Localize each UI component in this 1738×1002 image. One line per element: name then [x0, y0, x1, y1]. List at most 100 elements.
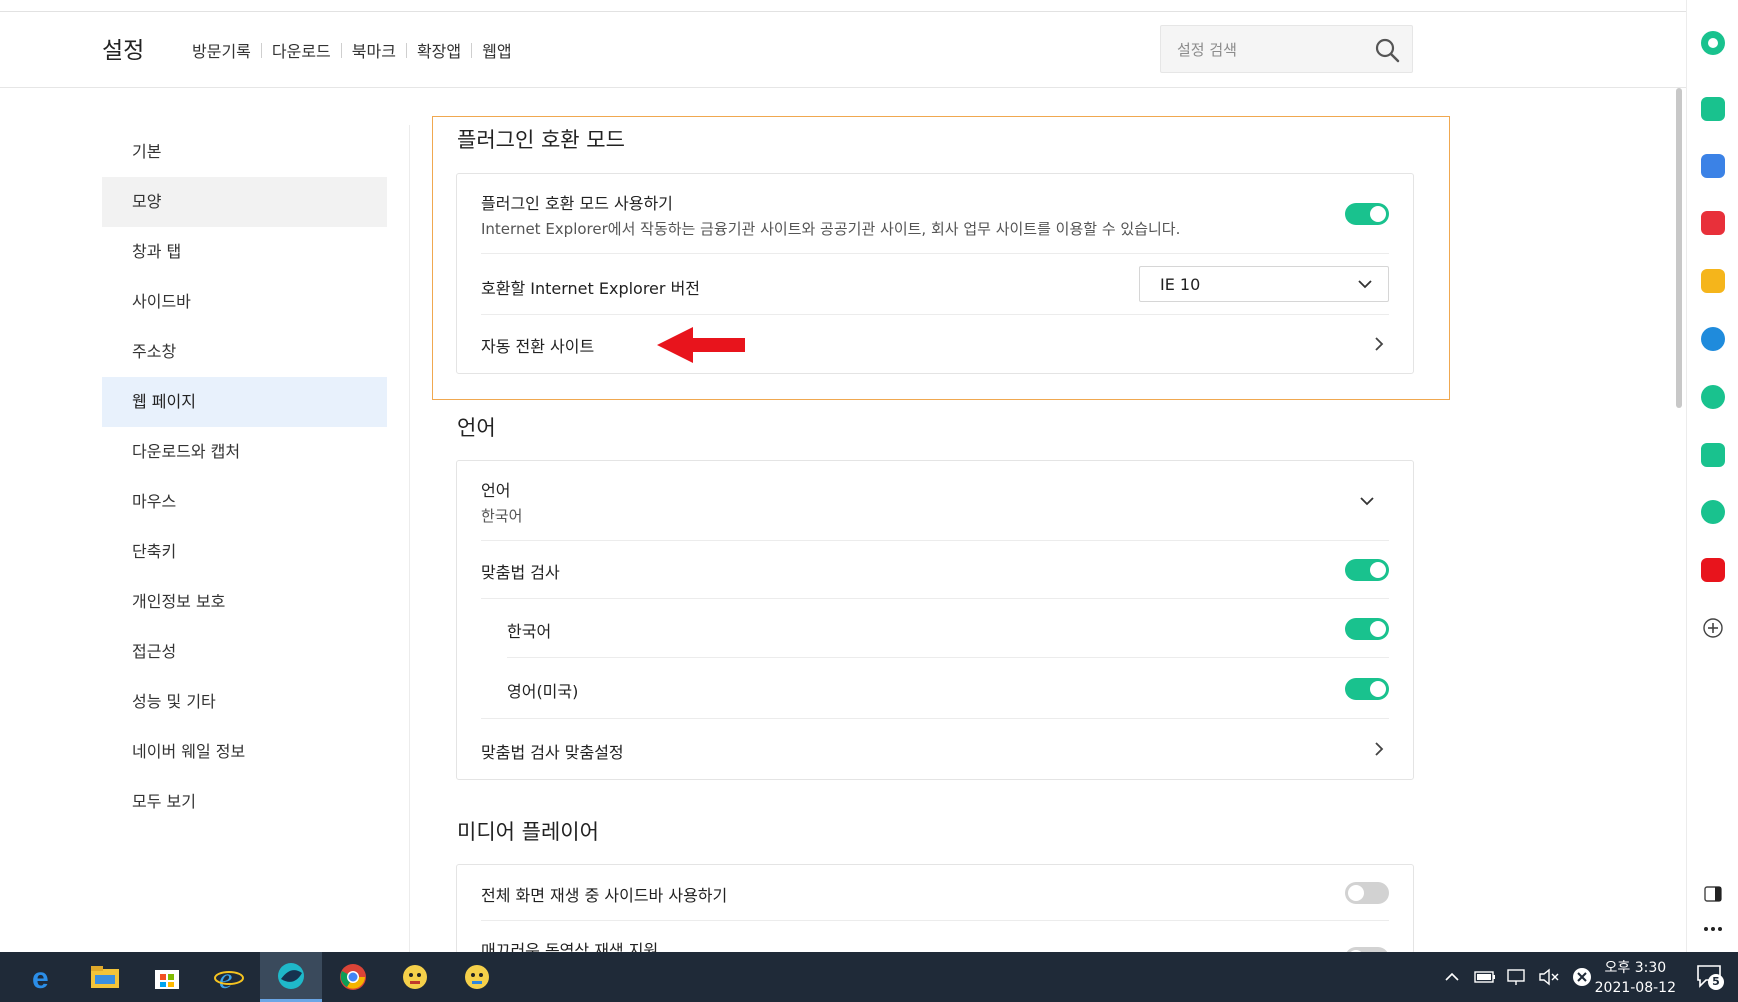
settings-header: 설정 방문기록 다운로드 북마크 확장앱 웹앱: [0, 12, 1686, 88]
search-icon[interactable]: [1374, 37, 1400, 63]
red-arrow-icon: [657, 327, 745, 363]
battery-icon[interactable]: [1474, 970, 1496, 984]
chevron-down-icon[interactable]: [1359, 495, 1375, 507]
green-square-app-icon[interactable]: [1701, 500, 1725, 524]
store-taskbar-icon[interactable]: [136, 952, 198, 1002]
nav-webapps[interactable]: 웹앱: [472, 38, 521, 62]
chrome-taskbar-icon[interactable]: [322, 952, 384, 1002]
top-strip: [0, 0, 1686, 12]
media-smooth-row: 매끄러운 동영상 재생 지원: [481, 921, 1389, 953]
network-icon[interactable]: [1506, 968, 1528, 986]
auto-switch-row[interactable]: 자동 전환 사이트: [481, 315, 1389, 373]
sidebar-item-webpage[interactable]: 웹 페이지: [102, 377, 387, 427]
spell-english-label: 영어(미국): [507, 682, 579, 701]
spell-korean-toggle[interactable]: [1345, 618, 1389, 640]
language-section-title: 언어: [457, 416, 496, 440]
taskbar-clock[interactable]: 오후 3:30 2021-08-12: [1595, 958, 1676, 998]
more-icon[interactable]: [1703, 926, 1723, 932]
sidebar-item-sidebar[interactable]: 사이드바: [102, 277, 387, 327]
sidebar-item-performance[interactable]: 성능 및 기타: [102, 677, 387, 727]
chevron-right-icon: [1375, 742, 1384, 756]
sidebar-item-view-all[interactable]: 모두 보기: [102, 777, 387, 827]
bell-app-icon[interactable]: [1701, 97, 1725, 121]
spellcheck-label: 맞춤법 검사: [481, 563, 560, 582]
chevron-up-icon[interactable]: [1444, 972, 1460, 982]
spellcheck-toggle[interactable]: [1345, 559, 1389, 581]
settings-window: 설정 방문기록 다운로드 북마크 확장앱 웹앱 기본 모양 창과 탭 사이드바 …: [0, 0, 1738, 1002]
ie-version-label: 호환할 Internet Explorer 버전: [481, 279, 701, 298]
kakao-app-taskbar-icon[interactable]: [384, 952, 446, 1002]
media-section-title: 미디어 플레이어: [457, 820, 599, 844]
spell-english-toggle[interactable]: [1345, 678, 1389, 700]
sidebar-item-about[interactable]: 네이버 웨일 정보: [102, 727, 387, 777]
language-row[interactable]: 언어 한국어: [481, 461, 1389, 541]
search-input[interactable]: [1177, 38, 1357, 62]
chevron-right-icon: [1375, 337, 1384, 351]
file-explorer-taskbar-icon[interactable]: [74, 952, 136, 1002]
plugin-card: 플러그인 호환 모드 사용하기 Internet Explorer에서 작동하는…: [456, 173, 1414, 374]
settings-search[interactable]: [1160, 25, 1413, 73]
play-app-icon[interactable]: [1701, 385, 1725, 409]
edge-app-icon[interactable]: [1701, 327, 1725, 351]
spell-english-row: 영어(미국): [481, 658, 1389, 719]
spellcheck-row: 맞춤법 검사: [481, 541, 1389, 599]
now-app-icon[interactable]: [1701, 558, 1725, 582]
nav-downloads[interactable]: 다운로드: [262, 38, 341, 62]
sidebar-item-basic[interactable]: 기본: [102, 127, 387, 177]
kakao-app2-taskbar-icon[interactable]: [446, 952, 508, 1002]
sidebar-item-appearance[interactable]: 모양: [102, 177, 387, 227]
sidebar-item-accessibility[interactable]: 접근성: [102, 627, 387, 677]
green-circle-app-icon[interactable]: [1701, 31, 1725, 55]
webtoon-app-icon[interactable]: [1701, 443, 1725, 467]
media-sidebar-label: 전체 화면 재생 중 사이드바 사용하기: [481, 886, 728, 905]
sidebar-item-windows-tabs[interactable]: 창과 탭: [102, 227, 387, 277]
nav-extensions[interactable]: 확장앱: [407, 38, 471, 62]
ie-version-row: 호환할 Internet Explorer 버전 IE 10: [481, 254, 1389, 315]
edge-taskbar-icon[interactable]: e: [12, 952, 74, 1002]
page-scrollbar[interactable]: [1676, 88, 1684, 408]
media-sidebar-toggle[interactable]: [1345, 882, 1389, 904]
plugin-enable-label: 플러그인 호환 모드 사용하기: [481, 194, 673, 213]
language-card: 언어 한국어 맞춤법 검사 한국어 영어(미국) 맞춤법 검사 맞춤설정: [456, 460, 1414, 780]
system-tray: [1444, 952, 1592, 1002]
media-card: 전체 화면 재생 중 사이드바 사용하기 매끄러운 동영상 재생 지원: [456, 864, 1414, 954]
scrollbar-thumb[interactable]: [1676, 88, 1682, 408]
language-value: 한국어: [481, 507, 523, 525]
close-circle-icon[interactable]: [1572, 967, 1592, 987]
windows-taskbar: e e 오후 3:30 2021-08-12 5: [0, 952, 1738, 1002]
media-sidebar-row: 전체 화면 재생 중 사이드바 사용하기: [481, 865, 1389, 921]
ie-taskbar-icon[interactable]: e: [198, 952, 260, 1002]
spell-custom-row[interactable]: 맞춤법 검사 맞춤설정: [481, 719, 1389, 779]
whale-sidebar: [1686, 0, 1738, 952]
page-title: 설정: [102, 38, 145, 64]
toolbox-app-icon[interactable]: [1701, 154, 1725, 178]
language-label: 언어: [481, 481, 511, 500]
sidebar-item-mouse[interactable]: 마우스: [102, 477, 387, 527]
panel-toggle-icon[interactable]: [1704, 886, 1722, 902]
spell-korean-row: 한국어: [507, 599, 1389, 658]
plugin-enable-toggle[interactable]: [1345, 203, 1389, 225]
sidebar-item-privacy[interactable]: 개인정보 보호: [102, 577, 387, 627]
plugin-enable-row: 플러그인 호환 모드 사용하기 Internet Explorer에서 작동하는…: [481, 174, 1389, 254]
sidebar-divider: [409, 125, 410, 955]
add-app-icon[interactable]: [1703, 618, 1723, 638]
sidebar-item-download-capture[interactable]: 다운로드와 캡처: [102, 427, 387, 477]
star-app-icon[interactable]: [1701, 269, 1725, 293]
clock-date: 2021-08-12: [1594, 980, 1676, 996]
pocket-app-icon[interactable]: [1701, 211, 1725, 235]
plugin-section-title: 플러그인 호환 모드: [457, 128, 625, 152]
svg-text:e: e: [219, 962, 232, 992]
chevron-down-icon: [1358, 280, 1372, 289]
header-nav: 방문기록 다운로드 북마크 확장앱 웹앱: [182, 38, 522, 62]
auto-switch-label: 자동 전환 사이트: [481, 337, 595, 356]
whale-taskbar-icon[interactable]: [260, 952, 322, 1002]
sidebar-item-addressbar[interactable]: 주소창: [102, 327, 387, 377]
volume-muted-icon[interactable]: [1538, 968, 1560, 986]
notification-button[interactable]: 5: [1696, 964, 1724, 992]
ie-version-select[interactable]: IE 10: [1139, 266, 1389, 302]
nav-history[interactable]: 방문기록: [182, 38, 261, 62]
settings-sidebar: 기본 모양 창과 탭 사이드바 주소창 웹 페이지 다운로드와 캡처 마우스 단…: [102, 127, 387, 827]
nav-bookmarks[interactable]: 북마크: [342, 38, 406, 62]
sidebar-item-shortcuts[interactable]: 단축키: [102, 527, 387, 577]
plugin-enable-desc: Internet Explorer에서 작동하는 금융기관 사이트와 공공기관 …: [481, 220, 1181, 238]
